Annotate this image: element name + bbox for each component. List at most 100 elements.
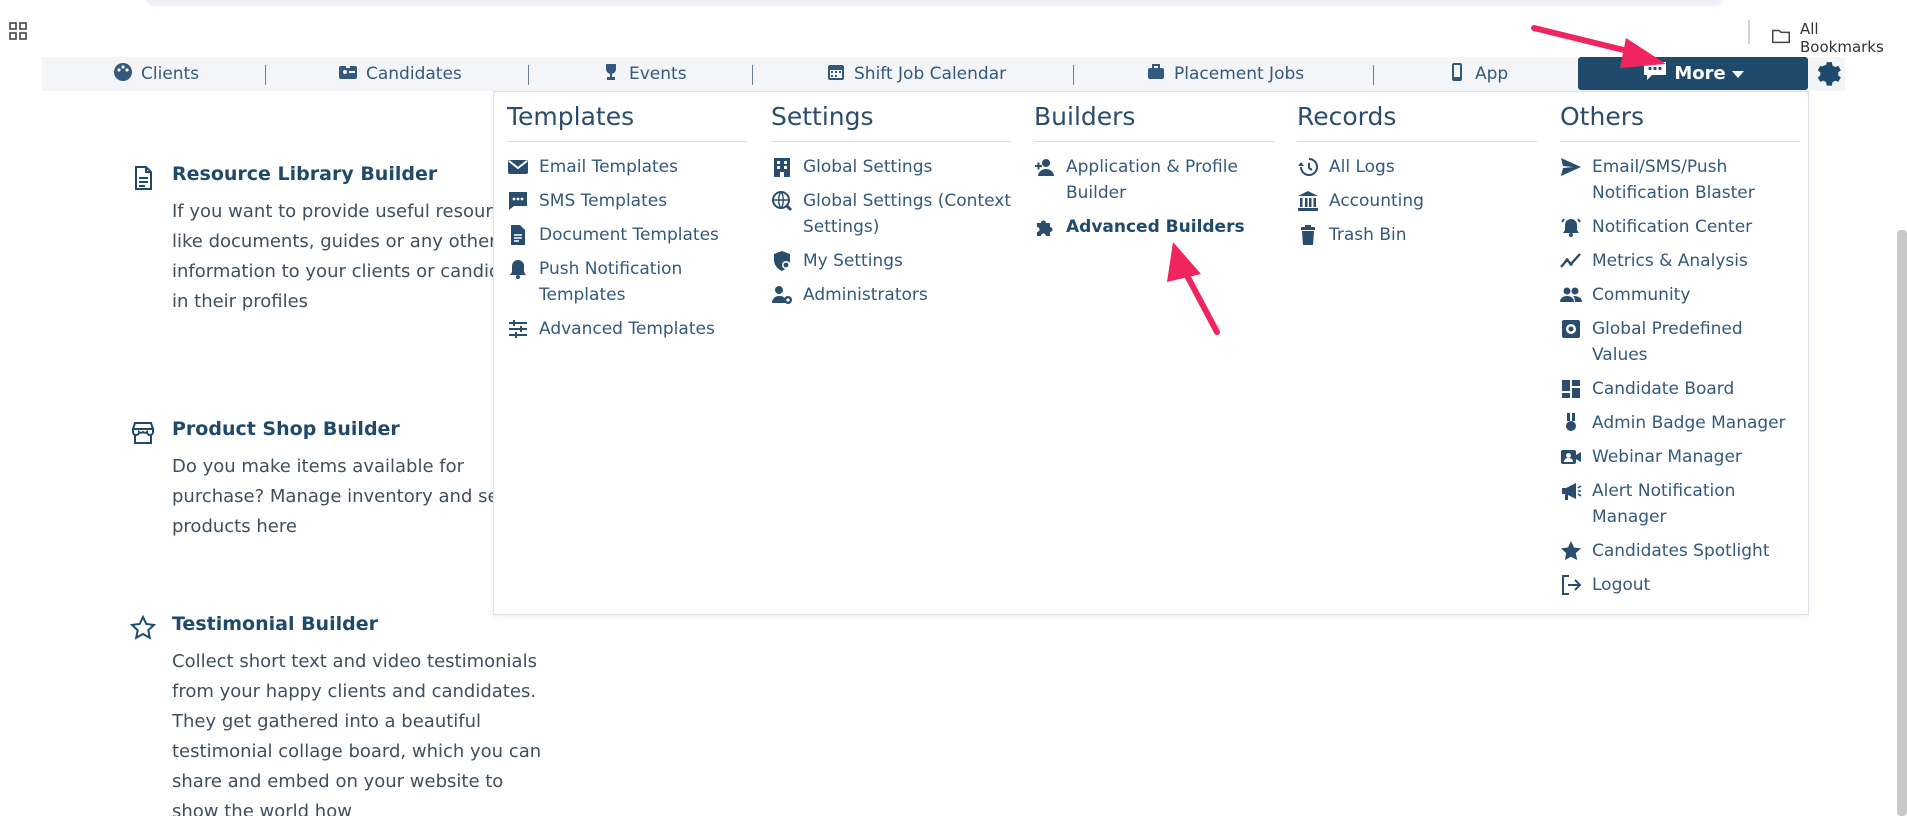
menu-item-application-profile-builder[interactable]: Application & Profile Builder bbox=[1034, 154, 1274, 206]
logout-icon bbox=[1560, 574, 1582, 596]
star-filled-icon bbox=[1560, 540, 1582, 562]
menu-item-label: Email Templates bbox=[539, 157, 678, 177]
card-title[interactable]: Testimonial Builder bbox=[172, 613, 378, 635]
nav-placement-jobs[interactable]: Placement Jobs bbox=[1146, 61, 1304, 87]
id-card-icon bbox=[338, 62, 358, 87]
nav-events[interactable]: Events bbox=[601, 61, 687, 87]
menu-item-sms-templates[interactable]: SMS Templates bbox=[507, 188, 747, 214]
menu-item-metrics-analysis[interactable]: Metrics & Analysis bbox=[1560, 248, 1800, 274]
menu-item-label: Notification Center bbox=[1592, 217, 1753, 237]
menu-item-label: Advanced Templates bbox=[539, 319, 715, 339]
menu-item-admin-badge-manager[interactable]: Admin Badge Manager bbox=[1560, 410, 1800, 436]
menu-item-email-templates[interactable]: Email Templates bbox=[507, 154, 747, 180]
menu-item-advanced-templates[interactable]: Advanced Templates bbox=[507, 316, 747, 342]
nav-clients[interactable]: Clients bbox=[113, 61, 199, 87]
menu-item-candidates-spotlight[interactable]: Candidates Spotlight bbox=[1560, 538, 1800, 564]
menu-item-label: Metrics & Analysis bbox=[1592, 251, 1748, 271]
megaphone-icon bbox=[1560, 480, 1582, 502]
more-mega-menu: Templates Email Templates SMS Templates … bbox=[493, 91, 1809, 615]
menu-item-label: All Logs bbox=[1329, 157, 1395, 177]
nav-shift-job-calendar[interactable]: Shift Job Calendar bbox=[826, 61, 1006, 87]
address-bar[interactable] bbox=[145, 0, 1725, 6]
nav-candidates-label: Candidates bbox=[366, 64, 462, 84]
annotation-arrow-advanced-builders bbox=[1167, 242, 1220, 335]
menu-item-candidate-board[interactable]: Candidate Board bbox=[1560, 376, 1800, 402]
bell-ring-icon bbox=[1560, 216, 1582, 238]
card-description: Do you make items available for purchase… bbox=[172, 456, 509, 537]
card-title[interactable]: Resource Library Builder bbox=[172, 163, 437, 185]
menu-item-my-settings[interactable]: My Settings bbox=[771, 248, 1011, 274]
menu-column-title: Settings bbox=[771, 102, 1011, 142]
menu-item-logout[interactable]: Logout bbox=[1560, 572, 1800, 598]
menu-item-trash-bin[interactable]: Trash Bin bbox=[1297, 222, 1537, 248]
menu-item-label: Email/SMS/Push Notification Blaster bbox=[1592, 157, 1755, 203]
settings-gear-button[interactable] bbox=[1813, 58, 1843, 88]
testimonial-card: Testimonial Builder Collect short text a… bbox=[130, 613, 550, 816]
nav-separator bbox=[528, 65, 529, 85]
menu-item-label: Logout bbox=[1592, 575, 1651, 595]
nav-candidates[interactable]: Candidates bbox=[338, 61, 462, 87]
menu-item-label: Candidate Board bbox=[1592, 379, 1735, 399]
badge-icon bbox=[1560, 412, 1582, 434]
caret-down-icon bbox=[1731, 63, 1744, 84]
more-label: More bbox=[1674, 63, 1726, 84]
menu-item-label: Candidates Spotlight bbox=[1592, 541, 1770, 561]
card-description: Collect short text and video testimonial… bbox=[172, 651, 542, 816]
menu-item-label: My Settings bbox=[803, 251, 903, 271]
calendar-icon bbox=[826, 62, 846, 87]
menu-item-label: Trash Bin bbox=[1329, 225, 1407, 245]
nav-separator bbox=[752, 65, 753, 85]
menu-column-title: Builders bbox=[1034, 102, 1274, 142]
annotation-arrow-more bbox=[1531, 25, 1666, 68]
star-icon bbox=[130, 614, 157, 641]
page-scrollbar[interactable] bbox=[1897, 230, 1907, 816]
menu-item-notification-blaster[interactable]: Email/SMS/Push Notification Blaster bbox=[1560, 154, 1800, 206]
apps-grid-icon[interactable] bbox=[8, 21, 28, 41]
document-icon bbox=[130, 165, 156, 191]
all-bookmarks-button[interactable]: All Bookmarks bbox=[1770, 20, 1907, 56]
nav-separator bbox=[1373, 65, 1374, 85]
nav-shift-job-calendar-label: Shift Job Calendar bbox=[854, 64, 1007, 84]
menu-item-alert-notification-manager[interactable]: Alert Notification Manager bbox=[1560, 478, 1800, 530]
menu-item-label: Application & Profile Builder bbox=[1066, 157, 1238, 203]
menu-item-accounting[interactable]: Accounting bbox=[1297, 188, 1537, 214]
trash-icon bbox=[1297, 224, 1319, 246]
trophy-icon bbox=[601, 62, 621, 87]
menu-item-advanced-builders[interactable]: Advanced Builders bbox=[1034, 214, 1274, 240]
menu-item-label: Webinar Manager bbox=[1592, 447, 1742, 467]
send-icon bbox=[1560, 156, 1582, 178]
menu-item-document-templates[interactable]: Document Templates bbox=[507, 222, 747, 248]
menu-item-all-logs[interactable]: All Logs bbox=[1297, 154, 1537, 180]
menu-column-builders: Builders Application & Profile Builder A… bbox=[1034, 102, 1274, 248]
menu-item-webinar-manager[interactable]: Webinar Manager bbox=[1560, 444, 1800, 470]
menu-item-label: Admin Badge Manager bbox=[1592, 413, 1786, 433]
menu-item-push-notification-templates[interactable]: Push Notification Templates bbox=[507, 256, 747, 308]
shield-user-icon bbox=[771, 250, 793, 272]
palette-icon bbox=[113, 62, 133, 87]
user-cog-icon bbox=[771, 284, 793, 306]
menu-item-community[interactable]: Community bbox=[1560, 282, 1800, 308]
nav-clients-label: Clients bbox=[141, 64, 200, 84]
puzzle-icon bbox=[1034, 216, 1056, 238]
all-bookmarks-label: All Bookmarks bbox=[1800, 20, 1884, 56]
card-title[interactable]: Product Shop Builder bbox=[172, 418, 400, 440]
globe-search-icon bbox=[771, 190, 793, 212]
menu-item-label: Global Settings bbox=[803, 157, 933, 177]
menu-item-label: Global Settings (Context Settings) bbox=[803, 191, 1011, 237]
menu-item-global-settings[interactable]: Global Settings bbox=[771, 154, 1011, 180]
nav-app[interactable]: App bbox=[1447, 61, 1508, 87]
users-icon bbox=[1560, 284, 1582, 306]
nav-separator bbox=[1073, 65, 1074, 85]
trend-icon bbox=[1560, 250, 1582, 272]
menu-item-administrators[interactable]: Administrators bbox=[771, 282, 1011, 308]
menu-item-notification-center[interactable]: Notification Center bbox=[1560, 214, 1800, 240]
menu-item-label: Accounting bbox=[1329, 191, 1424, 211]
menu-item-global-settings-context[interactable]: Global Settings (Context Settings) bbox=[771, 188, 1011, 240]
resource-library-card: Resource Library Builder If you want to … bbox=[130, 163, 550, 343]
menu-item-label: Administrators bbox=[803, 285, 928, 305]
menu-column-others: Others Email/SMS/Push Notification Blast… bbox=[1560, 102, 1800, 606]
menu-item-global-predefined-values[interactable]: Global Predefined Values bbox=[1560, 316, 1800, 368]
nav-placement-jobs-label: Placement Jobs bbox=[1174, 64, 1305, 84]
menu-item-label: Document Templates bbox=[539, 225, 719, 245]
folder-icon bbox=[1770, 25, 1792, 51]
